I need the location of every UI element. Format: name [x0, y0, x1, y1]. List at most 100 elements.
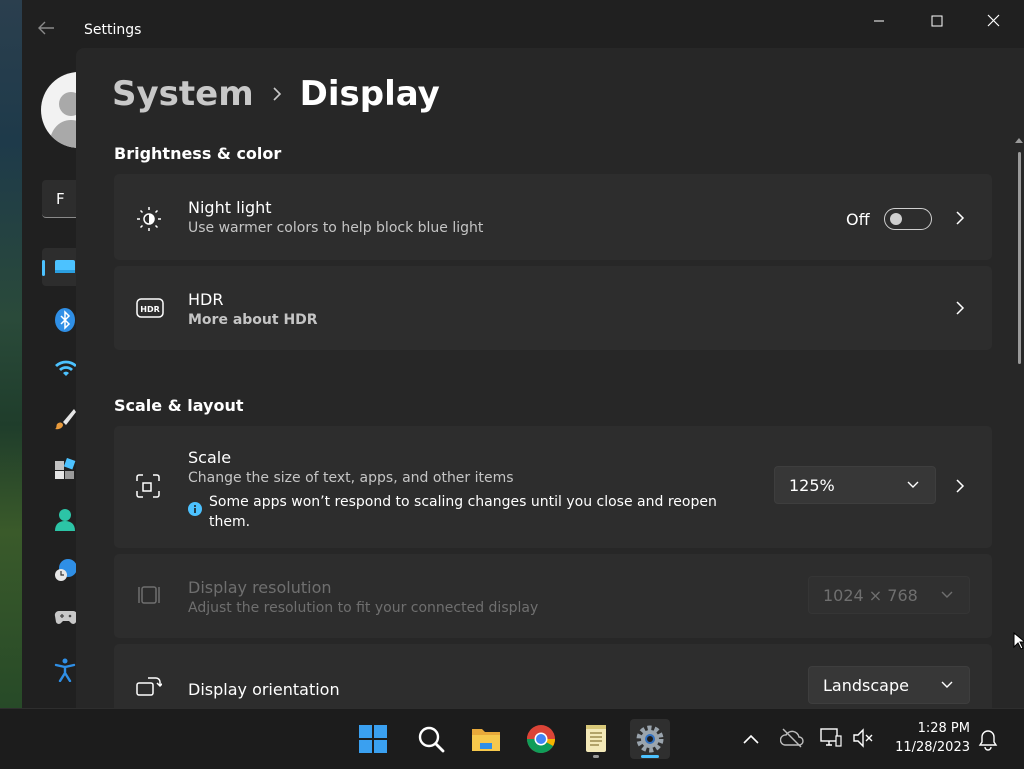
- orientation-dropdown[interactable]: Landscape: [808, 666, 970, 704]
- resolution-icon: [138, 586, 160, 604]
- notepad-icon: [586, 725, 606, 752]
- taskbar-search-button[interactable]: [411, 719, 451, 759]
- navigation-sidebar: F: [22, 48, 117, 708]
- sidebar-item-accounts[interactable]: [42, 499, 76, 537]
- apps-icon: [55, 458, 76, 479]
- night-light-icon: [137, 207, 161, 231]
- sidebar-item-accessibility[interactable]: [42, 649, 76, 687]
- chevron-down-icon: [941, 591, 953, 598]
- orientation-icon: [136, 677, 162, 696]
- taskbar-notepad[interactable]: [576, 719, 616, 759]
- mouse-cursor-icon: [1013, 632, 1024, 650]
- chevron-down-icon: [941, 681, 953, 688]
- resolution-dropdown-value: 1024 × 768: [823, 586, 918, 605]
- settings-window: Settings F System Display Brightness & c…: [22, 0, 1024, 708]
- search-icon: [418, 726, 445, 753]
- section-title-scale-layout: Scale & layout: [114, 396, 244, 415]
- chrome-icon: [527, 725, 555, 753]
- app-title: Settings: [84, 22, 142, 38]
- taskbar-file-explorer[interactable]: [466, 719, 506, 759]
- toggle-knob: [889, 213, 902, 225]
- minimize-icon: [874, 20, 884, 22]
- page-title: Display: [299, 74, 440, 114]
- display-icon: [55, 260, 75, 273]
- scale-subtitle: Change the size of text, apps, and other…: [188, 470, 514, 486]
- sidebar-item-apps[interactable]: [42, 449, 76, 487]
- chevron-up-icon[interactable]: [742, 733, 760, 745]
- display-orientation-card[interactable]: Display orientation Landscape: [114, 644, 992, 708]
- scale-dropdown-value: 125%: [789, 476, 835, 495]
- accounts-icon: [55, 509, 75, 531]
- onedrive-offline-icon[interactable]: [780, 727, 804, 749]
- hdr-card[interactable]: HDR HDR More about HDR: [114, 266, 992, 350]
- network-icon[interactable]: [820, 727, 842, 749]
- sidebar-item-gaming[interactable]: [42, 599, 78, 637]
- windows-start-icon: [359, 725, 387, 753]
- taskbar-start-button[interactable]: [353, 719, 393, 759]
- hdr-icon: HDR: [136, 298, 164, 318]
- sidebar-item-system[interactable]: [42, 248, 76, 286]
- chevron-right-icon[interactable]: [954, 478, 966, 494]
- back-arrow-icon: [38, 21, 54, 35]
- breadcrumb-system-link[interactable]: System: [112, 74, 254, 114]
- sidebar-item-personalization[interactable]: [42, 399, 76, 437]
- wifi-icon: [55, 360, 77, 376]
- scroll-up-arrow-icon[interactable]: [1013, 136, 1024, 144]
- clock-time: 1:28 PM: [917, 721, 970, 736]
- desktop-wallpaper: [0, 0, 22, 708]
- scrollbar-thumb[interactable]: [1018, 152, 1021, 364]
- night-light-subtitle: Use warmer colors to help block blue lig…: [188, 220, 484, 236]
- display-orientation-title: Display orientation: [188, 680, 340, 699]
- scale-dropdown[interactable]: 125%: [774, 466, 936, 504]
- display-resolution-title: Display resolution: [188, 578, 332, 597]
- scale-card[interactable]: Scale Change the size of text, apps, and…: [114, 426, 992, 548]
- scale-icon: [136, 474, 160, 498]
- selected-indicator: [42, 260, 45, 276]
- maximize-button[interactable]: [914, 8, 960, 34]
- night-light-toggle-group: Off: [846, 208, 932, 230]
- file-explorer-icon: [472, 729, 500, 751]
- gamepad-icon: [54, 610, 78, 624]
- settings-content: System Display Brightness & color Night …: [76, 48, 1024, 708]
- maximize-icon: [931, 15, 943, 27]
- settings-icon: [636, 725, 664, 753]
- back-button[interactable]: [36, 20, 64, 44]
- scale-title: Scale: [188, 448, 232, 467]
- taskbar: 1:28 PM 11/28/2023: [0, 708, 1024, 769]
- active-indicator: [641, 755, 659, 758]
- scale-info-text: Some apps won’t respond to scaling chang…: [209, 494, 717, 530]
- chevron-right-icon[interactable]: [954, 300, 966, 316]
- volume-muted-icon[interactable]: [852, 727, 874, 749]
- notification-bell-icon[interactable]: [978, 729, 998, 751]
- orientation-dropdown-value: Landscape: [823, 676, 909, 695]
- minimize-button[interactable]: [856, 8, 902, 34]
- night-light-toggle[interactable]: [883, 208, 932, 230]
- sidebar-item-bluetooth[interactable]: [42, 299, 76, 337]
- close-button[interactable]: [970, 8, 1016, 34]
- night-light-title: Night light: [188, 198, 272, 217]
- more-about-hdr-link[interactable]: More about HDR: [188, 312, 318, 328]
- display-resolution-subtitle: Adjust the resolution to fit your connec…: [188, 600, 539, 616]
- sidebar-item-time-language[interactable]: [42, 549, 77, 587]
- time-language-icon: [55, 559, 77, 581]
- breadcrumb: System Display: [112, 74, 440, 114]
- night-light-state: Off: [846, 209, 870, 229]
- close-icon: [987, 14, 1000, 27]
- resolution-dropdown: 1024 × 768: [808, 576, 970, 614]
- chevron-right-icon[interactable]: [954, 210, 966, 226]
- bluetooth-icon: [55, 308, 75, 332]
- clock-date: 11/28/2023: [895, 740, 970, 755]
- info-icon: [188, 502, 202, 516]
- svg-text:HDR: HDR: [140, 305, 160, 314]
- sidebar-item-network[interactable]: [42, 349, 77, 387]
- brush-icon: [55, 409, 76, 430]
- hdr-title: HDR: [188, 290, 224, 309]
- night-light-card[interactable]: Night light Use warmer colors to help bl…: [114, 174, 992, 260]
- display-resolution-card: Display resolution Adjust the resolution…: [114, 554, 992, 638]
- taskbar-clock[interactable]: 1:28 PM 11/28/2023: [886, 719, 970, 757]
- taskbar-chrome[interactable]: [521, 719, 561, 759]
- accessibility-icon: [54, 658, 76, 682]
- taskbar-settings[interactable]: [630, 719, 670, 759]
- chevron-down-icon: [907, 481, 919, 488]
- running-indicator: [593, 755, 599, 758]
